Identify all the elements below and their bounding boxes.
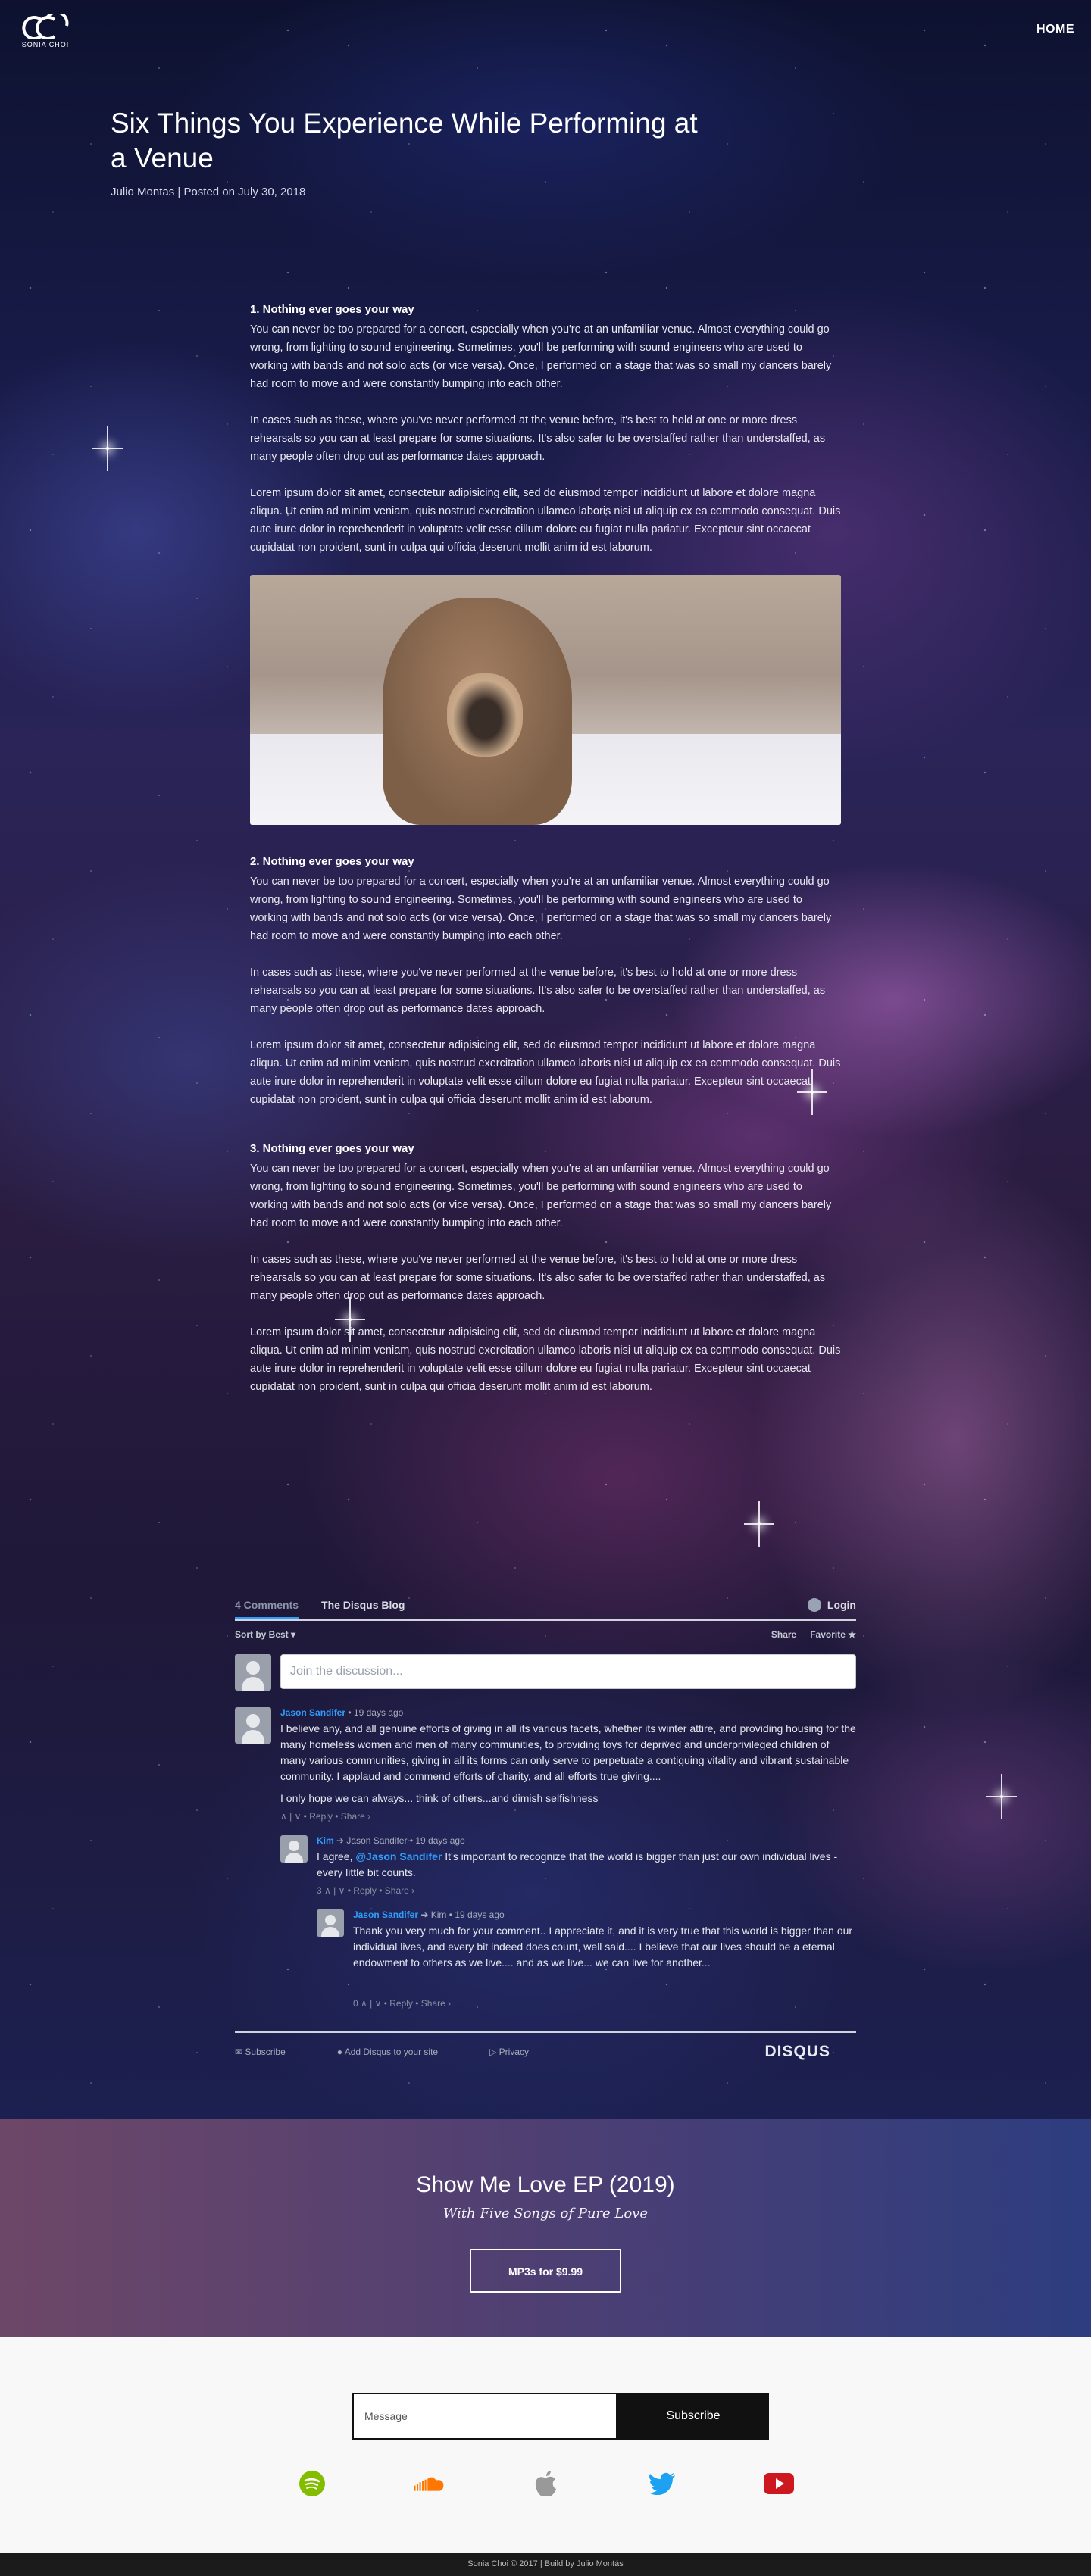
- comment-actions[interactable]: ∧ | ∨ • Reply • Share ›: [280, 1811, 856, 1822]
- newsletter-section: Subscribe: [0, 2337, 1091, 2553]
- reply-to[interactable]: ➔ Jason Sandifer: [336, 1835, 407, 1846]
- login-button[interactable]: Login: [807, 1598, 856, 1612]
- paragraph: Lorem ipsum dolor sit amet, consectetur …: [250, 487, 841, 554]
- soundcloud-icon[interactable]: [412, 2467, 445, 2500]
- paragraph: Lorem ipsum dolor sit amet, consectetur …: [250, 1326, 841, 1393]
- paragraph: You can never be too prepared for a conc…: [250, 323, 832, 390]
- post-title: Six Things You Experience While Performi…: [111, 108, 698, 173]
- add-disqus-link[interactable]: ● Add Disqus to your site: [337, 2047, 464, 2057]
- social-links: [0, 2467, 1091, 2500]
- message-input[interactable]: [352, 2393, 617, 2440]
- disqus-comments: 4 Comments The Disqus Blog Login Sort by…: [235, 1591, 856, 2071]
- newsletter-form: Subscribe: [352, 2393, 769, 2440]
- spotify-icon[interactable]: [295, 2467, 329, 2500]
- subscribe-button[interactable]: Subscribe: [617, 2393, 769, 2440]
- mention-link[interactable]: @Jason Sandifer: [355, 1850, 442, 1863]
- comment-reply: Jason Sandifer ➔ Kim • 19 days ago Thank…: [317, 1909, 856, 2009]
- pug-photo: [250, 575, 841, 825]
- comment-time[interactable]: • 19 days ago: [449, 1909, 505, 1920]
- site-logo[interactable]: SONIA CHOI: [18, 14, 73, 48]
- star-flare: [1000, 1795, 1003, 1798]
- comment-author[interactable]: Kim: [317, 1835, 334, 1846]
- youtube-icon[interactable]: [762, 2467, 796, 2500]
- disqus-footer: ✉ Subscribe ● Add Disqus to your site ▷ …: [235, 2031, 856, 2071]
- comment-header: Jason Sandifer • 19 days ago: [280, 1707, 856, 1718]
- privacy-link[interactable]: ▷ Privacy: [489, 2047, 555, 2057]
- comment-body: Jason Sandifer ➔ Kim • 19 days ago Thank…: [353, 1909, 856, 2009]
- ep-banner: Show Me Love EP (2019) With Five Songs o…: [0, 2119, 1091, 2337]
- sort-bar: Sort by Best ▾ Share Favorite ★: [235, 1621, 856, 1648]
- compose-row: [235, 1654, 856, 1691]
- comment-text: I only hope we can always... think of ot…: [280, 1792, 599, 1804]
- comment-author[interactable]: Jason Sandifer: [280, 1707, 345, 1718]
- add-disqus-label: Add Disqus to your site: [344, 2047, 439, 2057]
- hero-background: SONIA CHOI HOME Six Things You Experienc…: [0, 0, 1091, 2119]
- article-body: 1. Nothing ever goes your way You can ne…: [250, 303, 841, 1414]
- tab-comments[interactable]: 4 Comments: [235, 1599, 299, 1619]
- tab-disqus-blog[interactable]: The Disqus Blog: [321, 1599, 405, 1611]
- star-flare: [758, 1522, 761, 1525]
- comment-header: Kim ➔ Jason Sandifer • 19 days ago: [317, 1835, 856, 1846]
- comment-time[interactable]: • 19 days ago: [348, 1707, 403, 1718]
- comment-text-pre: I agree,: [317, 1850, 353, 1863]
- sort-actions: Share Favorite ★: [771, 1629, 856, 1640]
- paragraph: You can never be too prepared for a conc…: [250, 876, 832, 942]
- comment-reply: Kim ➔ Jason Sandifer • 19 days ago I agr…: [280, 1835, 856, 1896]
- paragraph: In cases such as these, where you've nev…: [250, 966, 826, 1015]
- avatar: [235, 1654, 271, 1691]
- comment-time[interactable]: • 19 days ago: [410, 1835, 465, 1846]
- paragraph: In cases such as these, where you've nev…: [250, 1254, 826, 1302]
- comment-header: Jason Sandifer ➔ Kim • 19 days ago: [353, 1909, 856, 1920]
- nav-home-link[interactable]: HOME: [1036, 23, 1074, 36]
- disqus-logo[interactable]: DISQUS: [764, 2043, 830, 2061]
- paragraph: Lorem ipsum dolor sit amet, consectetur …: [250, 1039, 841, 1106]
- sort-dropdown[interactable]: Sort by Best ▾: [235, 1629, 295, 1640]
- login-label: Login: [827, 1599, 856, 1611]
- comment-actions[interactable]: 0 ∧ | ∨ • Reply • Share ›: [353, 1998, 856, 2009]
- section-heading: 1. Nothing ever goes your way: [250, 303, 414, 316]
- twitter-icon[interactable]: [646, 2467, 679, 2500]
- top-nav: SONIA CHOI HOME: [0, 0, 1091, 61]
- avatar[interactable]: [317, 1909, 344, 1937]
- subscribe-label: Subscribe: [245, 2047, 286, 2057]
- comment-text: Thank you very much for your comment.. I…: [353, 1925, 853, 1969]
- ep-title: Show Me Love EP (2019): [416, 2172, 675, 2197]
- avatar[interactable]: [280, 1835, 308, 1863]
- share-button[interactable]: Share: [771, 1629, 796, 1640]
- comment-body: Kim ➔ Jason Sandifer • 19 days ago I agr…: [317, 1835, 856, 1896]
- discussion-input[interactable]: [280, 1654, 856, 1689]
- comment-text: I believe any, and all genuine efforts o…: [280, 1722, 856, 1782]
- comment-body: Jason Sandifer • 19 days ago I believe a…: [280, 1707, 856, 1822]
- disqus-tabs: 4 Comments The Disqus Blog Login: [235, 1591, 856, 1621]
- avatar[interactable]: [235, 1707, 271, 1744]
- comment: Jason Sandifer • 19 days ago I believe a…: [235, 1707, 856, 1822]
- paragraph: You can never be too prepared for a conc…: [250, 1163, 832, 1229]
- reply-to[interactable]: ➔ Kim: [420, 1909, 446, 1920]
- comment-author[interactable]: Jason Sandifer: [353, 1909, 418, 1920]
- logo-text: SONIA CHOI: [21, 41, 70, 48]
- privacy-label: Privacy: [499, 2047, 529, 2057]
- logo-mark-icon: [22, 14, 69, 39]
- star-flare: [106, 447, 109, 450]
- section-heading: 3. Nothing ever goes your way: [250, 1142, 414, 1155]
- comment-text: I agree, @Jason Sandifer It's important …: [317, 1849, 856, 1881]
- site-footer: Sonia Choi © 2017 | Build by Julio Montá…: [0, 2553, 1091, 2576]
- section-heading: 2. Nothing ever goes your way: [250, 855, 414, 868]
- paragraph: In cases such as these, where you've nev…: [250, 414, 826, 463]
- buy-mp3-button[interactable]: MP3s for $9.99: [470, 2249, 621, 2293]
- post-meta: Julio Montas | Posted on July 30, 2018: [111, 186, 306, 198]
- comment-actions[interactable]: 3 ∧ | ∨ • Reply • Share ›: [317, 1885, 856, 1896]
- speech-bubble-icon: [807, 1598, 821, 1612]
- photo-pug-face: [447, 673, 523, 757]
- ep-subtitle: With Five Songs of Pure Love: [442, 2206, 649, 2222]
- favorite-button[interactable]: Favorite ★: [810, 1629, 856, 1640]
- apple-icon[interactable]: [529, 2467, 562, 2500]
- subscribe-link[interactable]: ✉ Subscribe: [235, 2047, 311, 2057]
